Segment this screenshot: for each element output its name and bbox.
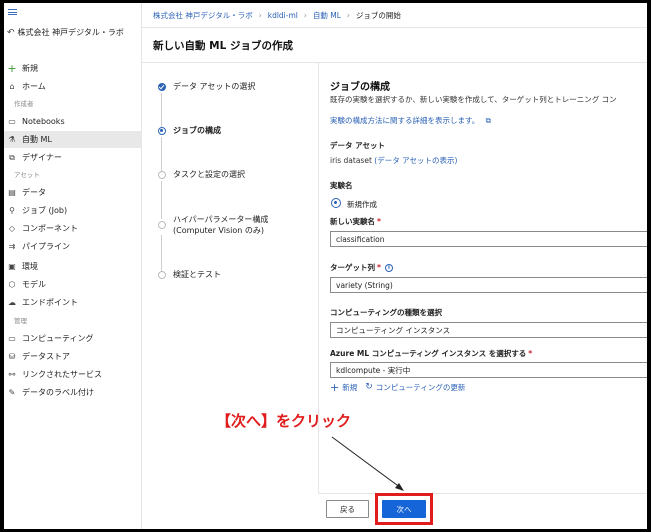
- pointer-arrow-icon: [331, 436, 404, 491]
- app-window: ↶ 株式会社 神戸デジタル・ラボ + 新規 ⌂ ホーム 作成者 ▭ Notebo…: [4, 3, 647, 529]
- divider: [318, 493, 647, 494]
- back-button[interactable]: 戻る: [326, 500, 369, 518]
- next-button[interactable]: 次へ: [382, 500, 426, 518]
